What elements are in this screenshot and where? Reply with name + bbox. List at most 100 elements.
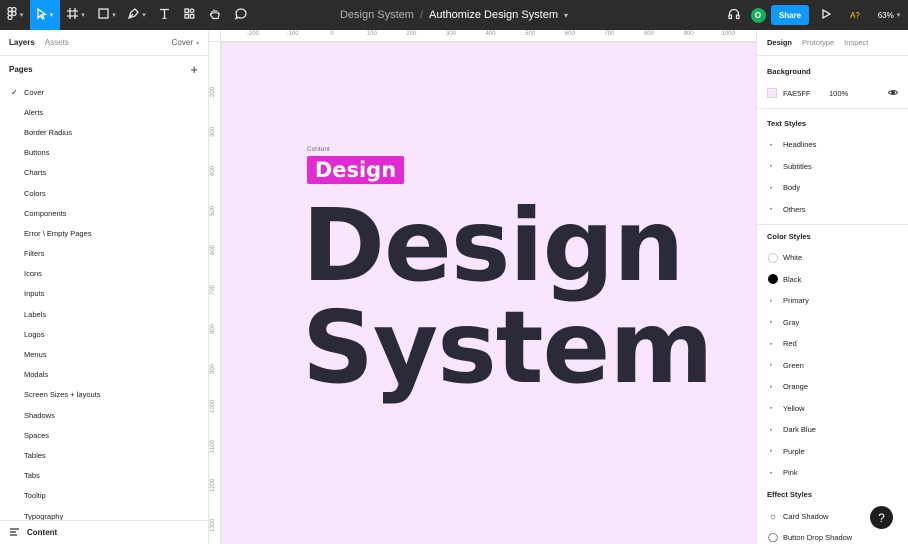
color-style-item[interactable]: ▸ Primary: [757, 290, 908, 312]
hero-title[interactable]: Design System: [302, 187, 714, 399]
color-style-item[interactable]: ▸ Dark Blue: [757, 419, 908, 441]
design-badge[interactable]: Design: [307, 156, 404, 184]
tab-prototype[interactable]: Prototype: [802, 38, 834, 47]
text-style-item[interactable]: ▸ Others: [757, 199, 908, 221]
page-item[interactable]: Error \ Empty Pages: [0, 223, 208, 243]
color-style-label: Primary: [783, 296, 809, 306]
project-name[interactable]: Design System: [340, 9, 414, 21]
eye-icon[interactable]: [887, 88, 899, 98]
color-style-item[interactable]: White: [757, 247, 908, 269]
color-style-item[interactable]: Black: [757, 269, 908, 291]
color-style-label: Red: [783, 339, 797, 349]
ruler-tick-label: 300: [210, 126, 216, 137]
play-icon: [821, 8, 832, 22]
page-item[interactable]: Logos: [0, 324, 208, 344]
page-item-label: Colors: [24, 188, 46, 198]
cover-frame[interactable]: Content Design Design System: [222, 43, 756, 544]
comment-tool-button[interactable]: [228, 0, 254, 30]
help-button[interactable]: ?: [870, 506, 893, 529]
chevron-down-icon[interactable]: ▾: [564, 11, 568, 20]
page-item[interactable]: Shadows: [0, 405, 208, 425]
tab-inspect[interactable]: Inspect: [844, 38, 868, 47]
page-item[interactable]: Inputs: [0, 284, 208, 304]
color-style-label: Green: [783, 360, 804, 370]
page-item[interactable]: Charts: [0, 163, 208, 183]
text-style-item[interactable]: ▸ Body: [757, 177, 908, 199]
page-item[interactable]: Menus: [0, 344, 208, 364]
color-style-item[interactable]: ▸ Purple: [757, 441, 908, 463]
audio-button[interactable]: [720, 0, 748, 30]
layer-row[interactable]: Content: [0, 520, 208, 544]
page-item-label: Cover: [24, 87, 45, 97]
shape-tool-button[interactable]: ▾: [92, 0, 122, 30]
effect-styles-title: Effect Styles: [767, 490, 813, 499]
color-style-item[interactable]: ▸ Yellow: [757, 398, 908, 420]
page-item[interactable]: Screen Sizes + layouts: [0, 385, 208, 405]
page-item[interactable]: Tabs: [0, 466, 208, 486]
color-style-item[interactable]: ▸ Red: [757, 333, 908, 355]
page-item[interactable]: Labels: [0, 304, 208, 324]
background-hex[interactable]: FAE5FF: [783, 89, 829, 98]
page-item-label: Components: [24, 208, 67, 218]
page-item[interactable]: Tables: [0, 445, 208, 465]
page-item[interactable]: ✓ Cover: [0, 82, 208, 102]
tab-design[interactable]: Design: [767, 38, 792, 47]
page-item[interactable]: Tooltip: [0, 486, 208, 506]
resources-button[interactable]: [176, 0, 202, 30]
frame-label[interactable]: Content: [307, 146, 330, 153]
zoom-menu[interactable]: 63% ▾: [870, 0, 908, 30]
present-button[interactable]: [812, 0, 840, 30]
pages-header: Pages +: [0, 56, 208, 82]
main-menu-button[interactable]: ▾: [0, 0, 30, 30]
tab-assets[interactable]: Assets: [45, 38, 69, 47]
ruler-vertical: 200 300 400 500 600 700 800 900 1000 1100 1200 1300: [209, 42, 221, 544]
move-tool-icon: [37, 7, 48, 23]
effect-style-label: Button Drop Shadow: [783, 533, 853, 543]
drop-shadow-icon: ◯: [768, 532, 779, 543]
chevron-down-icon: ▾: [49, 12, 54, 19]
effect-style-item[interactable]: ◯ Button Drop Shadow: [757, 527, 908, 544]
color-style-label: White: [783, 253, 803, 263]
color-style-item[interactable]: ▸ Pink: [757, 462, 908, 484]
color-style-item[interactable]: ▸ Gray: [757, 312, 908, 334]
background-swatch[interactable]: [767, 88, 777, 98]
text-style-item[interactable]: ▸ Subtitles: [757, 156, 908, 178]
color-style-item[interactable]: ▸ Green: [757, 355, 908, 377]
page-item[interactable]: Buttons: [0, 143, 208, 163]
frame-tool-button[interactable]: ▾: [60, 0, 92, 30]
hand-tool-button[interactable]: [202, 0, 228, 30]
text-style-item[interactable]: ▸ Headlines: [757, 134, 908, 156]
ruler-horizontal: -200 -100 0 100 200 300 400 500 600 700 800 900 1000: [221, 30, 756, 42]
text-styles-list: ▸ Headlines ▸ Subtitles ▸ Body ▸ Others: [757, 134, 908, 220]
comment-tool-icon: [234, 7, 247, 23]
page-item[interactable]: Icons: [0, 264, 208, 284]
background-opacity[interactable]: 100%: [829, 89, 848, 98]
add-page-icon[interactable]: +: [190, 62, 198, 77]
page-item[interactable]: Components: [0, 203, 208, 223]
text-tool-icon: [159, 8, 170, 22]
text-styles-section: Text Styles ▸ Headlines ▸ Subtitles ▸ Body ▸ Ot…: [757, 112, 908, 225]
file-name[interactable]: Authomize Design System: [429, 9, 558, 21]
accessibility-button[interactable]: A?: [840, 0, 870, 30]
page-item[interactable]: Alerts: [0, 102, 208, 122]
share-button[interactable]: Share: [770, 5, 810, 25]
move-tool-button[interactable]: ▾: [30, 0, 60, 30]
page-item[interactable]: Filters: [0, 244, 208, 264]
canvas[interactable]: Content Design Design System -200 -100 0 10…: [209, 30, 756, 544]
pen-tool-button[interactable]: ▾: [122, 0, 152, 30]
breadcrumb-separator: /: [419, 9, 424, 21]
ruler-tick-label: 900: [210, 363, 216, 374]
page-item[interactable]: Colors: [0, 183, 208, 203]
color-style-item[interactable]: ▸ Orange: [757, 376, 908, 398]
page-item[interactable]: Border Radius: [0, 122, 208, 142]
caret-right-icon: ▸: [770, 448, 773, 455]
tab-layers[interactable]: Layers: [9, 38, 35, 47]
color-style-label: Gray: [783, 317, 800, 327]
hero-title-line-1: Design: [302, 187, 684, 304]
page-selector[interactable]: Cover ▴: [172, 38, 199, 47]
page-item[interactable]: Modals: [0, 365, 208, 385]
user-avatar[interactable]: O: [748, 0, 768, 30]
page-item[interactable]: Spaces: [0, 425, 208, 445]
ruler-tick-label: 500: [525, 31, 536, 37]
text-tool-button[interactable]: [152, 0, 176, 30]
